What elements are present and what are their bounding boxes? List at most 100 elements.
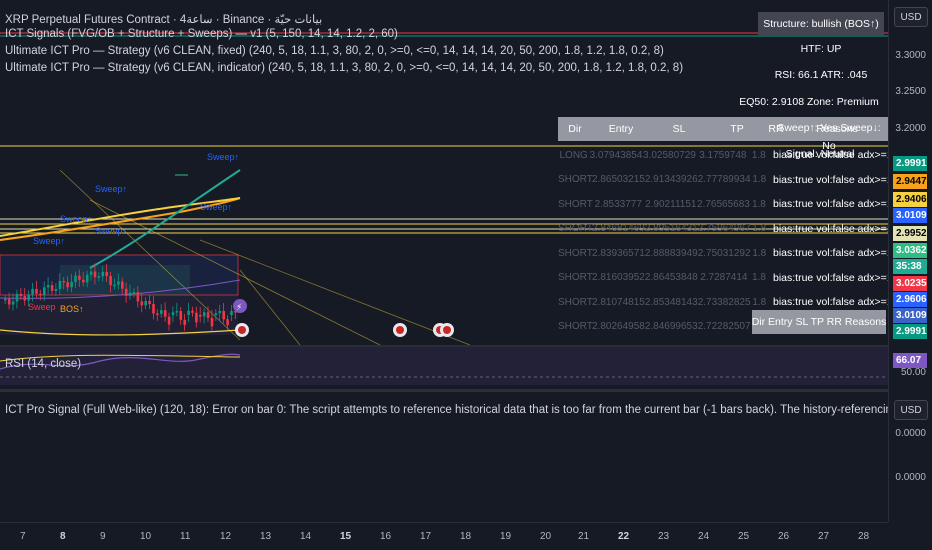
time-tick: 9: [100, 531, 106, 542]
signal-pane[interactable]: ICT Pro Signal (Full Web-like) (120, 18)…: [0, 392, 888, 522]
candle-body: [210, 317, 214, 327]
sweep-label-3: Sweep↑: [95, 226, 127, 236]
candle-body: [82, 279, 85, 283]
time-axis[interactable]: [0, 522, 888, 550]
candle-body: [31, 288, 34, 295]
trade-entry: 2.84681469: [592, 223, 645, 234]
sweep-label-2: Sweep↑: [95, 184, 127, 194]
trade-tp: 2.72282507: [697, 321, 751, 332]
price-tick: 3.3000: [895, 50, 926, 61]
trade-row: SHORT 2.83936571 2.88883949 2.75031292 1.8: [558, 241, 768, 265]
candle-body: [58, 280, 62, 289]
candle-body: [54, 288, 58, 291]
rsi-atr-cell: RSI: 66.1 ATR: .045: [758, 66, 884, 84]
trade-entry: 2.80264958: [592, 321, 645, 332]
symbol-legend[interactable]: XRP Perpetual Futures Contract · 4ساعة ·…: [5, 12, 322, 26]
rsi-pane[interactable]: RSI (14, close): [0, 347, 888, 389]
candle-body: [85, 274, 89, 283]
candle-body: [167, 316, 171, 325]
price-badge: 3.0235: [893, 276, 927, 291]
candle-body: [50, 285, 54, 291]
price-badge: 2.9991: [893, 324, 927, 339]
trade-sl: 2.88883949: [644, 247, 698, 259]
currency-button-2[interactable]: USD: [894, 400, 928, 420]
price-badge: 2.9606: [893, 292, 927, 307]
currency-button[interactable]: USD: [894, 7, 928, 27]
indicator-legend-2[interactable]: Ultimate ICT Pro — Strategy (v6 CLEAN, f…: [5, 45, 664, 57]
time-tick: 12: [220, 531, 232, 542]
trade-reason: bias:true vol:false adx>=18: [773, 247, 899, 259]
trade-sl: 2.91343926: [644, 174, 698, 185]
time-tick: 13: [260, 531, 272, 542]
candle-body: [152, 304, 155, 314]
trade-sl: 2.84699653: [644, 321, 698, 332]
trade-tp: 2.75031292: [697, 247, 751, 259]
price-badge: 35:38: [893, 259, 927, 274]
candle-body: [206, 312, 210, 318]
trade-tp: 2.75964967: [697, 223, 751, 234]
candle-body: [35, 288, 38, 294]
trade-entry: 3.07943854: [589, 149, 643, 161]
time-tick: 21: [578, 531, 590, 542]
time-tick: 23: [658, 531, 670, 542]
candle-body: [163, 310, 167, 317]
trade-rr: 1.8: [751, 198, 766, 210]
trade-dir: SHORT: [558, 296, 593, 308]
trade-row: SHORT 2.81603952 2.86453848 2.7287414 1.8: [558, 266, 768, 290]
trade-dir: SHORT: [558, 321, 593, 332]
flag-icons: [235, 323, 454, 337]
candle-body: [23, 296, 27, 301]
time-tick: 10: [140, 531, 152, 542]
trade-sl: 2.89516431: [644, 223, 698, 234]
main-chart-pane[interactable]: ⚡ Sweep↑ Sweep↑ Sweep↑ Sweep↑ Sweep↑ Swe…: [0, 0, 899, 345]
time-tick: 24: [698, 531, 710, 542]
time-tick: 22: [618, 531, 630, 542]
candle-body: [7, 298, 11, 305]
candle-body: [70, 281, 73, 288]
time-tick: 19: [500, 531, 512, 542]
candle-body: [113, 284, 116, 287]
trade-rr: 1.8: [752, 174, 767, 185]
trade-sl: 3.02580729: [643, 149, 696, 161]
rsi-legend[interactable]: RSI (14, close): [5, 358, 81, 370]
time-tick: 18: [460, 531, 472, 542]
trade-dir: SHORT: [558, 247, 593, 259]
header-tp: TP: [730, 123, 744, 135]
price-tick: 3.2000: [895, 123, 926, 134]
trade-row: LONG 3.07943854 3.02580729 3.1759748 1.8: [558, 143, 768, 167]
candle-body: [97, 276, 101, 278]
signal-price-axis[interactable]: USD 0.0000 0.0000: [888, 392, 932, 522]
price-badge: 2.9991: [893, 156, 927, 171]
candle-body: [11, 301, 15, 305]
trade-tp: 2.73382825: [697, 296, 751, 308]
candle-body: [124, 288, 128, 296]
trade-row: SHORT2.802649582.846996532.722825071.8: [558, 315, 768, 339]
candle-body: [93, 271, 97, 278]
candle-body: [140, 301, 144, 306]
candle-body: [15, 293, 19, 302]
structure-cell: Structure: bullish (BOS↑): [758, 12, 884, 36]
candle-body: [183, 319, 186, 325]
trade-reason: bias:true vol:false adx>=18: [773, 271, 899, 284]
trade-entry: 2.81603952: [592, 272, 645, 283]
time-tick: 26: [778, 531, 790, 542]
time-tick: 27: [818, 531, 830, 542]
price-badge: 66.07: [893, 353, 927, 368]
candle-body: [132, 292, 136, 294]
header-sl: SL: [672, 123, 686, 135]
trade-rr: 1.8: [752, 223, 767, 234]
time-tick: 25: [738, 531, 750, 542]
trade-entry: 2.86503215: [592, 174, 645, 185]
indicator-legend-1[interactable]: ICT Signals (FVG/OB + Structure + Sweeps…: [5, 28, 398, 40]
candle-body: [179, 311, 183, 320]
candle-body: [136, 292, 140, 302]
sweep-label-6: Sweep↑: [200, 202, 232, 212]
trade-row: SHORT 2.86503215 2.91343926 2.77789934 1.8: [558, 168, 768, 192]
trade-rr: 1.8: [752, 247, 767, 259]
candle-body: [160, 310, 163, 314]
candle-body: [66, 282, 69, 288]
indicator-legend-3[interactable]: Ultimate ICT Pro — Strategy (v6 CLEAN, i…: [5, 62, 683, 74]
time-tick: 15: [340, 531, 352, 542]
time-tick: 11: [180, 531, 191, 542]
bos-label: BOS↑: [60, 304, 84, 314]
